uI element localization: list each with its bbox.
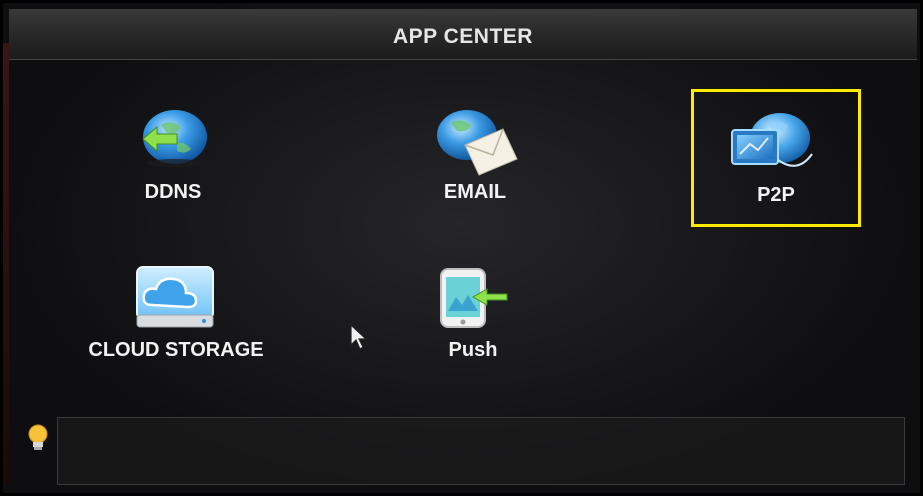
app-ddns[interactable]: DDNS <box>113 103 233 213</box>
app-push-label: Push <box>448 339 498 361</box>
app-ddns-label: DDNS <box>144 181 202 203</box>
app-p2p[interactable]: P2P <box>691 89 861 227</box>
window-title: APP CENTER <box>393 25 533 48</box>
lightbulb-icon <box>25 423 51 458</box>
app-p2p-label: P2P <box>757 184 795 206</box>
app-email-label: EMAIL <box>443 181 507 203</box>
ddns-globe-icon <box>137 107 209 178</box>
push-phone-icon <box>437 267 513 334</box>
app-cloud-storage[interactable]: CLOUD STORAGE <box>58 265 294 365</box>
p2p-monitor-globe-icon <box>728 110 822 181</box>
email-globe-icon <box>433 107 519 182</box>
screen-bezel <box>3 43 9 483</box>
cloud-storage-icon <box>134 265 216 336</box>
app-center-screen: APP CENTER DDNS EMAIL P2P CLOUD STORAGE … <box>0 0 923 496</box>
status-message-box <box>57 417 905 485</box>
status-area <box>21 403 911 485</box>
app-email[interactable]: EMAIL <box>413 103 537 213</box>
title-bar: APP CENTER <box>9 9 917 60</box>
app-push[interactable]: Push <box>423 265 523 365</box>
app-cloud-storage-label: CLOUD STORAGE <box>88 339 264 361</box>
mouse-pointer-icon <box>349 323 371 356</box>
